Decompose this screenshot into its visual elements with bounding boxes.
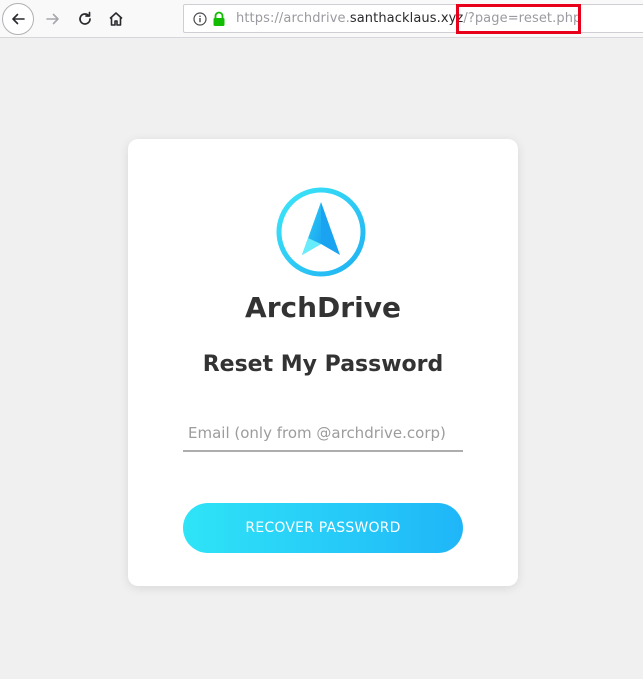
forward-arrow-icon [46,13,59,25]
back-button[interactable] [2,3,34,35]
back-arrow-icon [12,13,25,25]
forward-button[interactable] [40,6,66,32]
url-highlight-annotation [456,4,581,34]
reload-button[interactable] [72,6,98,32]
browser-toolbar: https://archdrive.santhacklaus.xyz/?page… [0,0,643,38]
page-heading: Reset My Password [202,352,444,377]
url-prefix: https://archdrive. [236,11,350,26]
compass-arrow-logo-icon [276,187,366,277]
brand-name: ArchDrive [245,291,401,324]
email-input[interactable] [183,416,463,452]
lock-icon[interactable] [212,11,226,27]
home-icon [109,12,123,26]
recover-password-button[interactable]: RECOVER PASSWORD [183,503,463,553]
reload-icon [79,11,91,25]
home-button[interactable] [103,6,129,32]
url-domain: santhacklaus.xyz [349,11,464,26]
reset-password-card: ArchDrive Reset My Password RECOVER PASS… [128,139,518,586]
info-icon[interactable] [193,12,207,26]
